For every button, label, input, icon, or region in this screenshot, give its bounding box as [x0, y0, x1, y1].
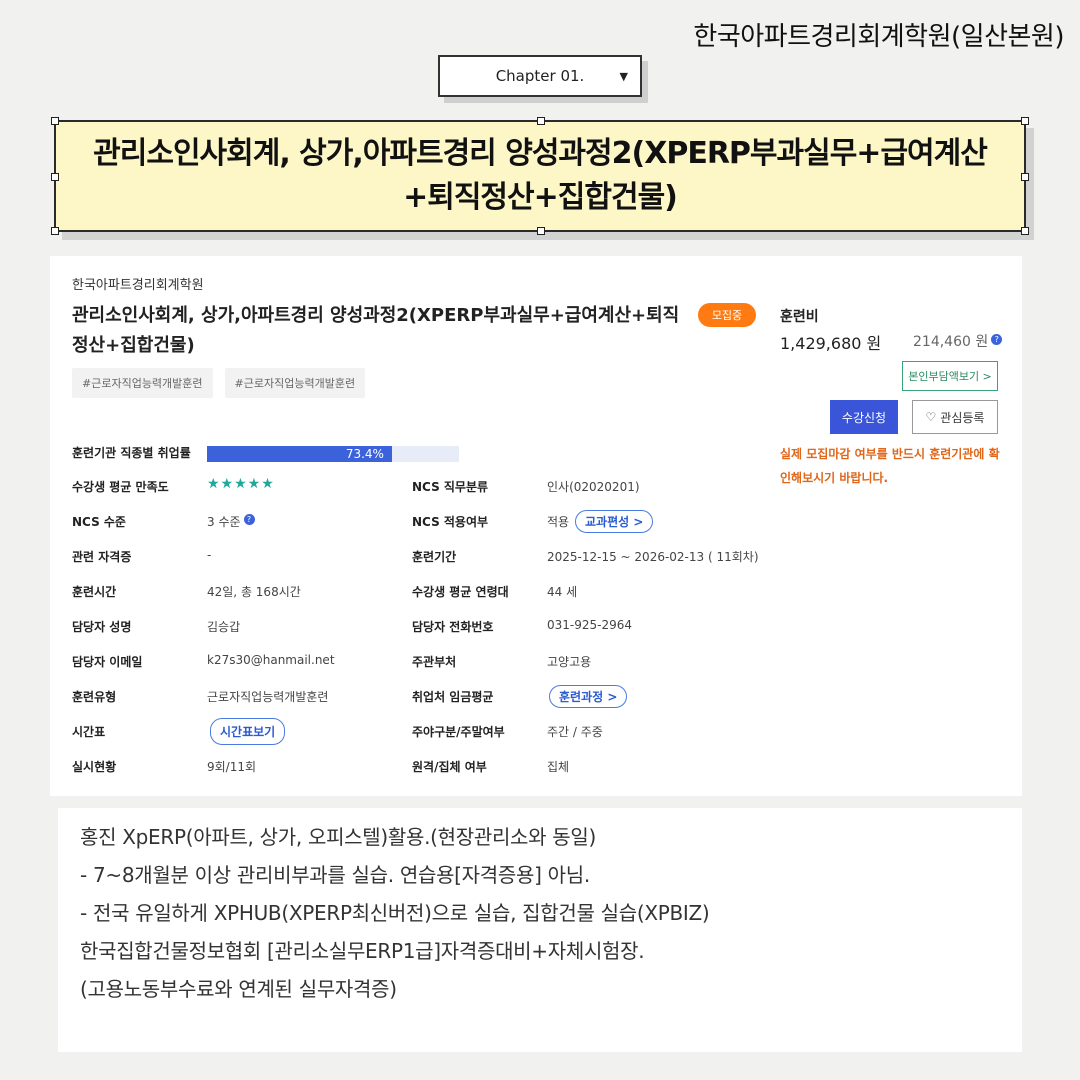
info-value: 적용	[547, 515, 570, 529]
star-rating: ★★★★★	[207, 476, 275, 492]
info-label: 취업처 임금평균	[412, 690, 494, 704]
timetable-button[interactable]: 시간표보기	[210, 718, 286, 745]
info-value: 주간 / 주중	[547, 725, 603, 739]
info-label: 수강생 평균 연령대	[412, 585, 509, 599]
heart-icon: ♡	[925, 410, 937, 424]
info-label: 담당자 성명	[72, 620, 132, 634]
info-label: 관련 자격증	[72, 550, 132, 564]
info-value: 고양고용	[547, 655, 592, 669]
info-label: NCS 수준	[72, 515, 126, 529]
chapter-select-value: Chapter 01.	[495, 67, 585, 85]
self-pay-button[interactable]: 본인부담액보기 >	[902, 361, 998, 391]
title-banner: 관리소인사회계, 상가,아파트경리 양성과정2(XPERP부과실무+급여계산+퇴…	[51, 117, 1029, 235]
employment-rate-fill: 73.4%	[207, 446, 392, 462]
training-course-button[interactable]: 훈련과정 >	[549, 685, 628, 708]
info-value: k27s30@hanmail.net	[207, 653, 335, 667]
info-label: 원격/집체 여부	[412, 760, 487, 774]
resize-handle-mr[interactable]	[1021, 173, 1029, 181]
row-training-time: 훈련시간 42일, 총 168시간 수강생 평균 연령대 44 세	[72, 583, 772, 607]
info-value: 김승갑	[207, 620, 241, 634]
apply-button[interactable]: 수강신청	[830, 400, 898, 434]
info-label: NCS 적용여부	[412, 515, 489, 529]
resize-handle-bl[interactable]	[51, 227, 59, 235]
fee-self-pay: 214,460 원?	[913, 331, 1003, 351]
resize-handle-tl[interactable]	[51, 117, 59, 125]
info-value: -	[207, 548, 212, 562]
info-label: 주야구분/주말여부	[412, 725, 505, 739]
row-satisfaction: 수강생 평균 만족도 ★★★★★ NCS 직무분류 인사(02020201)	[72, 476, 772, 502]
banner-title: 관리소인사회계, 상가,아파트경리 양성과정2(XPERP부과실무+급여계산+퇴…	[93, 136, 988, 215]
tag[interactable]: #근로자직업능력개발훈련	[224, 368, 366, 398]
notes-panel: 홍진 XpERP(아파트, 상가, 오피스텔)활용.(현장관리소와 동일) - …	[58, 808, 1022, 1052]
info-value: 9회/11회	[207, 760, 257, 774]
resize-handle-tr[interactable]	[1021, 117, 1029, 125]
curriculum-button[interactable]: 교과편성 >	[575, 510, 654, 533]
favorite-button[interactable]: ♡ 관심등록	[912, 400, 998, 434]
row-employment-rate: 훈련기관 직종별 취업률 73.4%	[72, 438, 772, 462]
info-value: 44 세	[547, 585, 578, 599]
resize-handle-bc[interactable]	[537, 227, 545, 235]
info-label: 훈련유형	[72, 690, 117, 704]
academy-header: 한국아파트경리회계학원(일산본원)	[693, 22, 1064, 52]
info-value: 근로자직업능력개발훈련	[207, 690, 329, 704]
resize-handle-tc[interactable]	[537, 117, 545, 125]
ncs-class-value: 인사(02020201)	[547, 480, 640, 494]
satisfaction-label: 수강생 평균 만족도	[72, 480, 169, 494]
course-title: 관리소인사회계, 상가,아파트경리 양성과정2(XPERP부과실무+급여계산+퇴…	[72, 305, 680, 356]
course-card: 한국아파트경리회계학원 관리소인사회계, 상가,아파트경리 양성과정2(XPER…	[50, 256, 1022, 796]
row-manager-email: 담당자 이메일 k27s30@hanmail.net 주관부처 고양고용	[72, 653, 772, 677]
info-label: 담당자 전화번호	[412, 620, 494, 634]
row-manager-name: 담당자 성명 김승갑 담당자 전화번호 031-925-2964	[72, 618, 772, 642]
fee-label: 훈련비	[780, 309, 819, 325]
resize-handle-br[interactable]	[1021, 227, 1029, 235]
fee-self-pay-value: 214,460 원	[913, 334, 989, 350]
chapter-select[interactable]: Chapter 01. ▼	[438, 55, 642, 97]
fee-total: 1,429,680 원	[780, 334, 882, 353]
info-label: 훈련기간	[412, 550, 457, 564]
favorite-label: 관심등록	[940, 410, 985, 425]
info-value: 031-925-2964	[547, 618, 633, 632]
ncs-class-label: NCS 직무분류	[412, 480, 489, 494]
tag[interactable]: #근로자직업능력개발훈련	[72, 368, 213, 398]
institution-name: 한국아파트경리회계학원	[72, 278, 204, 293]
resize-handle-ml[interactable]	[51, 173, 59, 181]
row-certificate: 관련 자격증 - 훈련기간 2025-12-15 ~ 2026-02-13 ( …	[72, 548, 772, 572]
info-value: 3 수준	[207, 515, 241, 529]
employment-rate-label: 훈련기관 직종별 취업률	[72, 446, 191, 460]
info-label: 시간표	[72, 725, 106, 739]
help-icon[interactable]: ?	[991, 334, 1003, 345]
row-ncs-level: NCS 수준 3 수준? NCS 적용여부 적용 교과편성 >	[72, 510, 772, 537]
note-line: 홍진 XpERP(아파트, 상가, 오피스텔)활용.(현장관리소와 동일)	[80, 825, 597, 849]
info-label: 주관부처	[412, 655, 457, 669]
note-line: - 7~8개월분 이상 관리비부과를 실습. 연습용[자격증용] 아님.	[80, 863, 590, 887]
status-badge: 모집중	[698, 303, 756, 327]
note-line: - 전국 유일하게 XPHUB(XPERP최신버전)으로 실습, 집합건물 실습…	[80, 901, 710, 925]
note-line: (고용노동부수료와 연계된 실무자격증)	[80, 977, 397, 1001]
info-label: 훈련시간	[72, 585, 117, 599]
info-label: 실시현황	[72, 760, 117, 774]
info-value: 집체	[547, 760, 570, 774]
info-value: 42일, 총 168시간	[207, 585, 301, 599]
help-icon[interactable]: ?	[243, 514, 255, 525]
row-status: 실시현황 9회/11회 원격/집체 여부 집체	[72, 758, 772, 782]
note-line: 한국집합건물정보협회 [관리소실무ERP1급]자격증대비+자체시험장.	[80, 939, 645, 963]
tag-list: #근로자직업능력개발훈련 #근로자직업능력개발훈련	[72, 368, 366, 398]
info-value: 2025-12-15 ~ 2026-02-13 ( 11회차)	[547, 550, 759, 564]
employment-rate-bar: 73.4%	[207, 446, 459, 462]
chevron-down-icon: ▼	[619, 70, 628, 83]
row-timetable: 시간표 시간표보기 주야구분/주말여부 주간 / 주중	[72, 718, 772, 747]
row-training-type: 훈련유형 근로자직업능력개발훈련 취업처 임금평균 훈련과정 >	[72, 685, 772, 712]
info-label: 담당자 이메일	[72, 655, 143, 669]
deadline-notice: 실제 모집마감 여부를 반드시 훈련기관에 확인해보시기 바랍니다.	[780, 447, 1000, 485]
